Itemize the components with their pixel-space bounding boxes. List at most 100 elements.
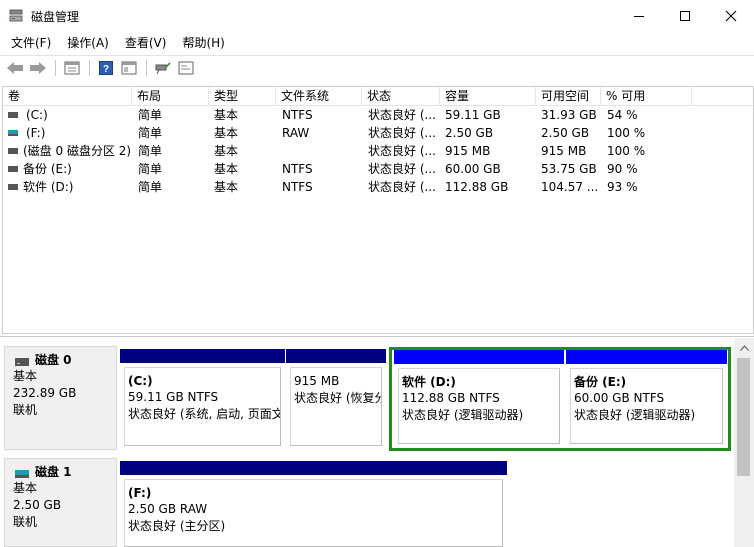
column-header-percent-free[interactable]: % 可用 bbox=[601, 87, 692, 106]
partition-name: 软件 (D:) bbox=[402, 375, 456, 389]
close-button[interactable] bbox=[708, 0, 754, 31]
partition-name: (C:) bbox=[128, 374, 153, 388]
title-bar: 磁盘管理 bbox=[0, 0, 754, 31]
partition-body: (C:) 59.11 GB NTFS 状态良好 (系统, 启动, 页面文 bbox=[124, 367, 281, 446]
partition-size: 915 MB bbox=[294, 374, 340, 388]
scroll-thumb[interactable] bbox=[737, 358, 750, 476]
connect-button[interactable] bbox=[152, 58, 174, 78]
cell-status: 状态良好 (... bbox=[368, 162, 436, 176]
volume-row[interactable]: (F:) 简单 基本 RAW 状态良好 (... 2.50 GB 2.50 GB… bbox=[3, 124, 753, 142]
partition-e[interactable]: 备份 (E:) 60.00 GB NTFS 状态良好 (逻辑驱动器) bbox=[566, 350, 727, 447]
disk-1-label[interactable]: 磁盘 1 基本 2.50 GB 联机 bbox=[4, 458, 117, 547]
partition-bar-primary bbox=[286, 349, 386, 363]
partition-c[interactable]: (C:) 59.11 GB NTFS 状态良好 (系统, 启动, 页面文 bbox=[120, 349, 285, 449]
cell-capacity: 112.88 GB bbox=[445, 180, 509, 194]
cell-free-space: 31.93 GB bbox=[541, 108, 597, 122]
menu-action[interactable]: 操作(A) bbox=[59, 32, 117, 54]
partition-f[interactable]: (F:) 2.50 GB RAW 状态良好 (主分区) bbox=[120, 461, 507, 547]
partition-bar-logical bbox=[394, 350, 564, 364]
cell-free-space: 104.57 ... bbox=[541, 180, 599, 194]
help-button[interactable]: ? bbox=[95, 58, 117, 78]
menu-help[interactable]: 帮助(H) bbox=[174, 32, 232, 54]
partition-status: 状态良好 (逻辑驱动器) bbox=[402, 408, 524, 422]
cell-free-space: 53.75 GB bbox=[541, 162, 597, 176]
cell-type: 基本 bbox=[214, 180, 239, 194]
cell-volume: (C:) bbox=[26, 108, 48, 122]
cell-type: 基本 bbox=[214, 144, 239, 158]
cell-filesystem: NTFS bbox=[282, 162, 313, 176]
menu-view[interactable]: 查看(V) bbox=[117, 32, 175, 54]
cell-type: 基本 bbox=[214, 108, 239, 122]
cell-capacity: 2.50 GB bbox=[445, 126, 494, 140]
cell-layout: 简单 bbox=[138, 180, 163, 194]
forward-button[interactable] bbox=[27, 58, 49, 78]
volume-list[interactable]: 卷 布局 类型 文件系统 状态 容量 可用空间 % 可用 (C:) 简单 基本 … bbox=[2, 86, 754, 334]
cell-filesystem: RAW bbox=[282, 126, 310, 140]
column-header-free-space[interactable]: 可用空间 bbox=[536, 87, 601, 106]
cell-type: 基本 bbox=[214, 162, 239, 176]
volume-icon bbox=[8, 112, 18, 118]
column-header-volume[interactable]: 卷 bbox=[3, 87, 132, 106]
cell-type: 基本 bbox=[214, 126, 239, 140]
close-icon bbox=[725, 10, 737, 21]
svg-text:?: ? bbox=[103, 64, 109, 75]
maximize-button[interactable] bbox=[662, 0, 708, 31]
removable-disk-icon bbox=[15, 470, 29, 478]
column-header-status[interactable]: 状态 bbox=[362, 87, 440, 106]
cell-layout: 简单 bbox=[138, 126, 163, 140]
disk-name: 磁盘 1 bbox=[35, 465, 72, 479]
volume-row[interactable]: 软件 (D:) 简单 基本 NTFS 状态良好 (... 112.88 GB 1… bbox=[3, 178, 753, 196]
volume-list-header: 卷 布局 类型 文件系统 状态 容量 可用空间 % 可用 bbox=[3, 87, 753, 106]
partition-size: 59.11 GB NTFS bbox=[128, 390, 219, 404]
volume-row[interactable]: (磁盘 0 磁盘分区 2) 简单 基本 状态良好 (... 915 MB 915… bbox=[3, 142, 753, 160]
volume-icon bbox=[8, 166, 18, 172]
minimize-button[interactable] bbox=[616, 0, 662, 31]
menu-file[interactable]: 文件(F) bbox=[3, 32, 59, 54]
cell-status: 状态良好 (... bbox=[368, 144, 436, 158]
chevron-up-icon bbox=[739, 345, 749, 351]
partition-name: 备份 (E:) bbox=[574, 375, 627, 389]
disk-kind: 基本 bbox=[13, 481, 38, 495]
toolbar-separator bbox=[89, 60, 90, 76]
partition-body: 备份 (E:) 60.00 GB NTFS 状态良好 (逻辑驱动器) bbox=[570, 368, 723, 444]
cell-volume: 软件 (D:) bbox=[23, 180, 74, 194]
column-header-capacity[interactable]: 容量 bbox=[440, 87, 536, 106]
cell-status: 状态良好 (... bbox=[368, 180, 436, 194]
properties-button[interactable] bbox=[61, 58, 83, 78]
disk-name: 磁盘 0 bbox=[35, 353, 72, 367]
properties-icon bbox=[64, 61, 80, 75]
back-button[interactable] bbox=[4, 58, 26, 78]
console-icon bbox=[178, 61, 194, 75]
console-button[interactable] bbox=[175, 58, 197, 78]
partition-recovery[interactable]: 915 MB 状态良好 (恢复分 bbox=[286, 349, 386, 449]
column-header-layout[interactable]: 布局 bbox=[132, 87, 209, 106]
column-header-filesystem[interactable]: 文件系统 bbox=[276, 87, 362, 106]
cell-capacity: 59.11 GB bbox=[445, 108, 501, 122]
volume-row[interactable]: 备份 (E:) 简单 基本 NTFS 状态良好 (... 60.00 GB 53… bbox=[3, 160, 753, 178]
disk-0-label[interactable]: 磁盘 0 基本 232.89 GB 联机 bbox=[4, 346, 117, 450]
disk-size: 2.50 GB bbox=[13, 498, 62, 512]
scroll-up-button[interactable] bbox=[734, 340, 754, 356]
toolbar-separator bbox=[146, 60, 147, 76]
cell-capacity: 915 MB bbox=[445, 144, 491, 158]
cell-capacity: 60.00 GB bbox=[445, 162, 501, 176]
view-button[interactable] bbox=[118, 58, 140, 78]
partition-status: 状态良好 (系统, 启动, 页面文 bbox=[128, 407, 281, 421]
forward-arrow-icon bbox=[30, 62, 46, 74]
cell-volume: 备份 (E:) bbox=[23, 162, 72, 176]
disk-icon bbox=[15, 358, 29, 366]
volume-icon bbox=[8, 148, 18, 154]
disk-map-scrollbar[interactable] bbox=[734, 338, 754, 547]
cell-percent-free: 93 % bbox=[607, 180, 638, 194]
partition-d[interactable]: 软件 (D:) 112.88 GB NTFS 状态良好 (逻辑驱动器) bbox=[394, 350, 564, 447]
volume-row[interactable]: (C:) 简单 基本 NTFS 状态良好 (... 59.11 GB 31.93… bbox=[3, 106, 753, 124]
cell-volume: (磁盘 0 磁盘分区 2) bbox=[23, 144, 132, 158]
volume-icon bbox=[8, 184, 18, 190]
back-arrow-icon bbox=[7, 62, 23, 74]
cell-layout: 简单 bbox=[138, 108, 163, 122]
partition-status: 状态良好 (主分区) bbox=[128, 519, 226, 533]
column-header-type[interactable]: 类型 bbox=[209, 87, 276, 106]
removable-volume-icon bbox=[8, 130, 18, 136]
partition-bar-primary bbox=[120, 349, 285, 363]
window-title: 磁盘管理 bbox=[31, 10, 80, 24]
